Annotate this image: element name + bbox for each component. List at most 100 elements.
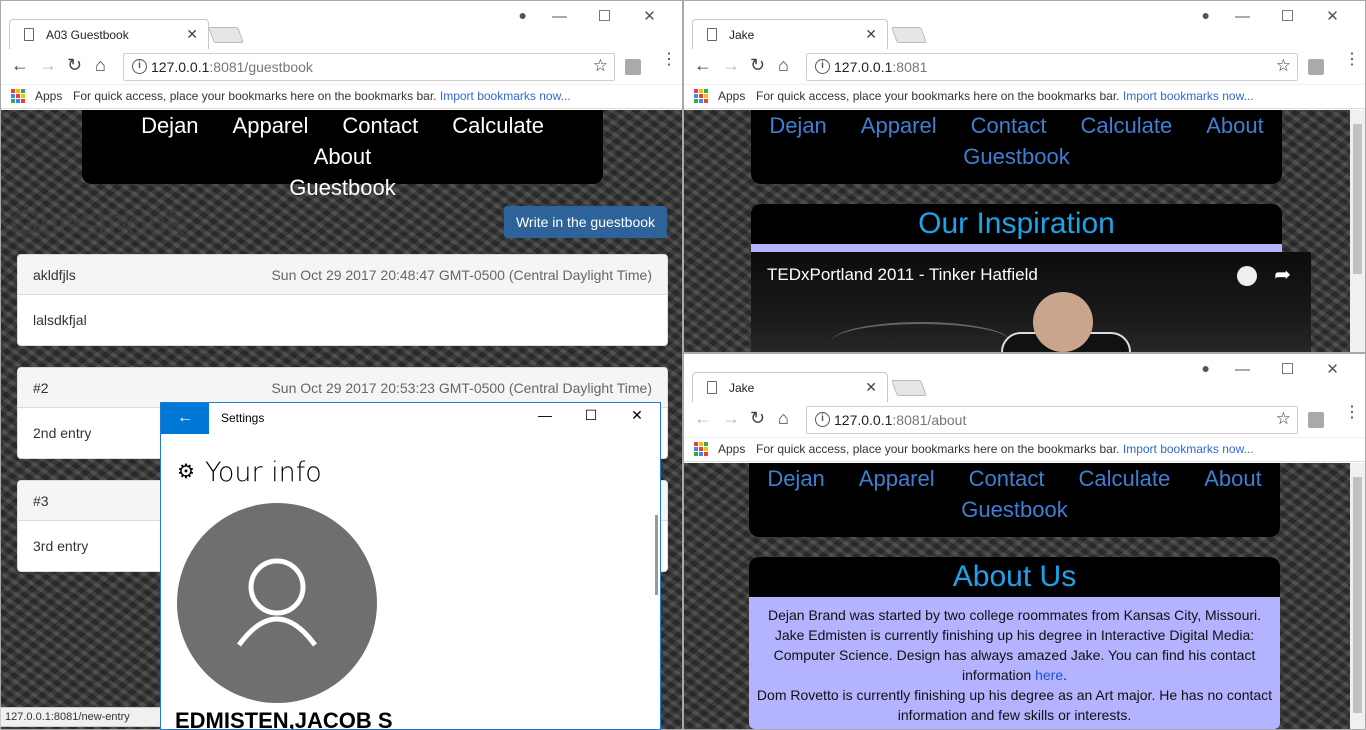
menu-icon[interactable]: ⋮ — [1344, 52, 1360, 68]
minimize-icon[interactable]: — — [1220, 8, 1265, 25]
tab-guestbook[interactable]: A03 Guestbook ✕ — [9, 19, 209, 49]
watch-later-icon[interactable] — [1237, 266, 1257, 286]
apps-icon[interactable] — [694, 89, 708, 103]
import-bookmarks-link[interactable]: Import bookmarks now... — [440, 89, 571, 103]
account-icon[interactable]: ● — [1202, 360, 1210, 376]
tab-close-icon[interactable]: ✕ — [865, 26, 877, 43]
forward-icon[interactable]: → — [39, 55, 57, 76]
video-embed[interactable]: TEDxPortland 2011 - Tinker Hatfield ➦ — [751, 252, 1311, 352]
nav-apparel[interactable]: Apparel — [861, 110, 937, 141]
maximize-icon[interactable]: ☐ — [1265, 360, 1310, 378]
scrollbar[interactable] — [1350, 463, 1365, 729]
site-nav: Dejan Apparel Contact Calculate About Guestbo… — [749, 463, 1280, 537]
address-bar[interactable]: i 127.0.0.1:8081/guestbook ☆ — [123, 53, 615, 81]
apps-icon[interactable] — [694, 442, 708, 456]
apps-link[interactable]: Apps — [35, 89, 62, 103]
avatar[interactable] — [177, 503, 377, 703]
apps-link[interactable]: Apps — [718, 442, 745, 456]
maximize-icon[interactable]: ☐ — [582, 7, 627, 25]
pdf-extension-icon[interactable] — [1308, 59, 1324, 75]
info-icon[interactable]: i — [815, 412, 830, 427]
tab-close-icon[interactable]: ✕ — [865, 379, 877, 396]
account-icon[interactable]: ● — [1202, 7, 1210, 23]
pdf-extension-icon[interactable] — [625, 59, 641, 75]
nav-contact[interactable]: Contact — [971, 110, 1047, 141]
nav-apparel[interactable]: Apparel — [859, 463, 935, 494]
tab-strip: Jake ✕ ● — ☐ ✕ — [684, 1, 1365, 49]
menu-icon[interactable]: ⋮ — [1344, 405, 1360, 421]
back-icon[interactable]: ← — [694, 55, 712, 76]
video-title[interactable]: TEDxPortland 2011 - Tinker Hatfield — [767, 265, 1038, 285]
nav-about[interactable]: About — [1204, 463, 1262, 494]
home-icon[interactable]: ⌂ — [95, 55, 106, 76]
maximize-icon[interactable]: ☐ — [568, 407, 614, 424]
maximize-icon[interactable]: ☐ — [1265, 7, 1310, 25]
new-tab-button[interactable] — [891, 27, 927, 43]
reload-icon[interactable]: ↻ — [67, 55, 82, 76]
address-bar[interactable]: i 127.0.0.1:8081/about ☆ — [806, 406, 1298, 434]
pdf-extension-icon[interactable] — [1308, 412, 1324, 428]
import-bookmarks-link[interactable]: Import bookmarks now... — [1123, 89, 1254, 103]
nav-contact[interactable]: Contact — [969, 463, 1045, 494]
scrollbar[interactable] — [1350, 110, 1365, 352]
share-icon[interactable]: ➦ — [1274, 262, 1291, 287]
reload-icon[interactable]: ↻ — [750, 55, 765, 76]
toolbar: ← → ↻ ⌂ i 127.0.0.1:8081 ☆ ⋮ — [684, 49, 1365, 85]
menu-icon[interactable]: ⋮ — [661, 52, 677, 68]
settings-heading: Your info — [204, 457, 322, 488]
back-icon[interactable]: ← — [11, 55, 29, 76]
reload-icon[interactable]: ↻ — [750, 408, 765, 429]
apps-icon[interactable] — [11, 89, 25, 103]
close-icon[interactable]: ✕ — [614, 407, 660, 424]
close-icon[interactable]: ✕ — [627, 7, 672, 25]
bookmark-star-icon[interactable]: ☆ — [1276, 409, 1291, 429]
site-nav: Dejan Apparel Contact Calculate AboutGuestbo… — [82, 110, 603, 200]
home-icon[interactable]: ⌂ — [778, 408, 789, 429]
contact-link[interactable]: here — [1035, 667, 1063, 683]
minimize-icon[interactable]: — — [522, 407, 568, 423]
nav-dejan[interactable]: Dejan — [769, 110, 826, 141]
apps-link[interactable]: Apps — [718, 89, 745, 103]
tab-title: Jake — [729, 28, 755, 42]
info-icon[interactable]: i — [132, 59, 147, 74]
minimize-icon[interactable]: — — [1220, 361, 1265, 378]
nav-dejan[interactable]: Dejan — [141, 110, 198, 141]
info-icon[interactable]: i — [815, 59, 830, 74]
nav-apparel[interactable]: Apparel — [233, 110, 309, 141]
page-heading: Guestbook — [11, 202, 186, 243]
nav-guestbook[interactable]: Guestbook — [289, 172, 395, 203]
nav-guestbook[interactable]: Guestbook — [963, 141, 1069, 172]
tab-strip: A03 Guestbook ✕ ● — ☐ ✕ — [1, 1, 682, 49]
nav-guestbook[interactable]: Guestbook — [961, 494, 1067, 525]
close-icon[interactable]: ✕ — [1310, 360, 1355, 378]
back-icon[interactable]: ← — [694, 408, 712, 429]
nav-about[interactable]: About — [1206, 110, 1264, 141]
address-bar[interactable]: i 127.0.0.1:8081 ☆ — [806, 53, 1298, 81]
settings-scrollbar[interactable] — [655, 515, 658, 595]
tab-title: Jake — [729, 381, 755, 395]
nav-calculate[interactable]: Calculate — [452, 110, 544, 141]
import-bookmarks-link[interactable]: Import bookmarks now... — [1123, 442, 1254, 456]
bookmark-star-icon[interactable]: ☆ — [1276, 56, 1291, 76]
back-arrow-icon[interactable]: ← — [161, 403, 209, 434]
tab-close-icon[interactable]: ✕ — [186, 26, 198, 43]
write-guestbook-button[interactable]: Write in the guestbook — [504, 206, 667, 238]
close-icon[interactable]: ✕ — [1310, 7, 1355, 25]
tab-jake[interactable]: Jake ✕ — [692, 372, 888, 402]
guestbook-entry: akldfjls Sun Oct 29 2017 20:48:47 GMT-050… — [17, 254, 668, 346]
nav-contact[interactable]: Contact — [342, 110, 418, 141]
account-icon[interactable]: ● — [519, 7, 527, 23]
bookmark-star-icon[interactable]: ☆ — [593, 56, 608, 76]
minimize-icon[interactable]: — — [537, 8, 582, 25]
forward-icon[interactable]: → — [722, 408, 740, 429]
new-tab-button[interactable] — [891, 380, 927, 396]
new-tab-button[interactable] — [208, 27, 244, 43]
bookmarks-bar: Apps For quick access, place your bookma… — [1, 85, 682, 109]
home-icon[interactable]: ⌂ — [778, 55, 789, 76]
nav-calculate[interactable]: Calculate — [1080, 110, 1172, 141]
forward-icon[interactable]: → — [722, 55, 740, 76]
nav-calculate[interactable]: Calculate — [1078, 463, 1170, 494]
tab-jake[interactable]: Jake ✕ — [692, 19, 888, 49]
nav-dejan[interactable]: Dejan — [767, 463, 824, 494]
nav-about[interactable]: About — [314, 141, 372, 172]
